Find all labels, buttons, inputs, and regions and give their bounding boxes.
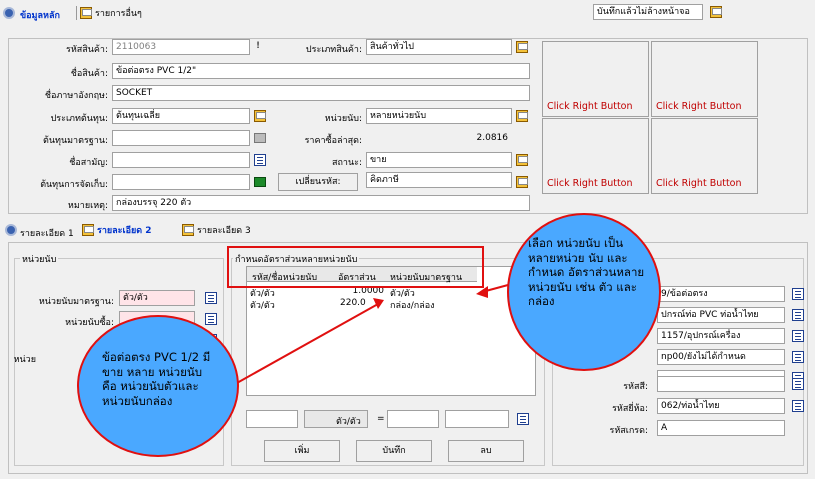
callout-right-text: เลือก หน่วยนับ เป็น หลายหน่วย นับ และ กำ… (528, 236, 645, 308)
arrow-head-table (373, 298, 384, 309)
arrow-head-highlight (476, 286, 488, 298)
callout-left-text: ข้อต่อตรง PVC 1/2 มีขาย หลาย หน่วยนับ คื… (102, 350, 211, 408)
arrow-to-table (227, 303, 379, 389)
